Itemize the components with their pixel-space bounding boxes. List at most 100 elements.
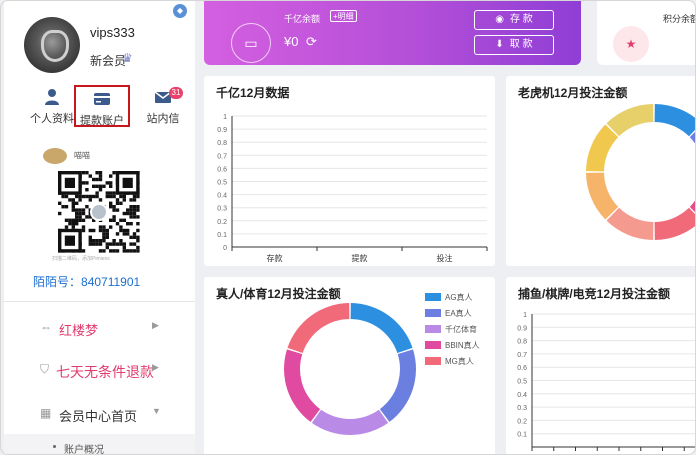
legend-item[interactable]: 千亿体育 [425,323,489,339]
points-label: 积分余额 [663,14,696,24]
y-tick-label: 0.5 [217,180,227,187]
x-tick-label: 提款 [352,253,368,263]
quick-link-messages[interactable]: 31 站内信 [135,85,191,127]
legend-item[interactable]: BBIN真人 [425,339,489,355]
legend-swatch [425,341,441,349]
pie-slice [586,172,619,220]
qr-user-avatar [43,148,67,164]
card-icon [94,93,110,105]
y-tick-label: 0.9 [517,325,527,332]
subnav-label: 账户概况 [64,445,104,455]
pie-slice [586,124,619,172]
member-level: 新会员 [90,54,127,68]
legend-label: BBIN真人 [445,341,480,350]
panel-live-sports: 真人/体育12月投注金额 AG真人 EA真人 千亿体育 BBIN真人 MG真人 [204,277,495,454]
chevron-down-icon: ▼ [152,406,161,416]
detail-button[interactable]: +明细 [330,10,357,22]
piggy-bank-icon: ◉ [495,14,504,25]
x-tick-label: 投注 [437,253,453,263]
legend-label: MG真人 [445,357,474,366]
legend-label: AG真人 [445,293,473,302]
pie-slice [379,349,416,422]
y-tick-label: 0.1 [517,432,527,439]
slots-donut-chart [586,104,695,240]
grid-icon: ▦ [40,406,52,420]
unread-count-badge: 31 [169,87,183,99]
y-tick-label: 1 [223,114,227,121]
wallet-icon: ▭ [231,23,271,63]
legend-item[interactable]: MG真人 [425,355,489,371]
qr-user-name: 喵喵 [74,151,90,160]
menu-item-refund[interactable]: ⛉ 七天无条件退款 ▶ [4,351,195,389]
app-frame: vips333 新会员 ♛ ◆ 个人资料 提款账户 31 站内信 喵喵 扫描二维… [0,0,696,455]
menu-item-label: 会员中心首页 [59,409,138,424]
y-tick-label: 0.7 [217,153,227,160]
menu-item-hongloumeng[interactable]: ⇔ 红楼梦 ▶ [4,309,195,347]
panel-fishing-chess-esports: 捕鱼/棋牌/电竞12月投注金额 1 0.9 0.8 0.7 0.6 0.5 0.4 0.3 0.… [506,277,695,454]
quick-link-profile[interactable]: 个人资料 [24,85,80,127]
link-icon: ⇔ [40,320,52,334]
pie-slice [606,104,654,137]
menu-item-label: 七天无条件退款 [56,364,154,380]
refresh-icon[interactable]: ⟳ [306,34,317,50]
chevron-right-icon: ▶ [152,362,159,372]
y-tick-label: 0.4 [217,193,227,200]
legend-item[interactable]: AG真人 [425,291,489,307]
legend-item[interactable]: EA真人 [425,307,489,323]
balance-card: ▭ 千亿余额 +明细 ¥0 ⟳ ◉ 存 款 ⬇ 取 款 [204,1,581,65]
momo-id-value: 840711901 [81,275,141,289]
username: vips333 [90,25,135,40]
momo-id-line: 陌陌号：840711901 [33,273,140,290]
profile-card: vips333 新会员 ♛ ◆ [4,1,195,79]
quick-link-label: 个人资料 [30,113,74,125]
panel-slots: 老虎机12月投注金额 [506,76,695,266]
quick-link-label: 提款账户 [80,115,124,127]
y-tick-label: 0.9 [217,127,227,134]
subnav-account-overview[interactable]: 账户概况 [4,434,195,455]
legend-swatch [425,309,441,317]
balance-amount: ¥0 [284,34,299,49]
withdraw-icon: ⬇ [495,39,504,50]
legend-label: 千亿体育 [445,325,477,334]
y-tick-label: 1 [523,312,527,319]
qr-code-image [58,171,140,253]
pie-slice [654,207,695,240]
quick-link-withdraw-account[interactable]: 提款账户 [74,85,130,127]
fishing-chess-esports-chart: 1 0.9 0.8 0.7 0.6 0.5 0.4 0.3 0.2 0.1 [517,312,695,451]
avatar[interactable] [24,17,80,73]
monthly-data-chart: 1 0.9 0.8 0.7 0.6 0.5 0.4 0.3 0.2 0.1 0 存款 提款 投注 [217,114,488,263]
panel-monthly-data: 千亿12月数据 1 0.9 0.8 0.7 0.6 0.5 0.4 0.3 0.2 0.1 0 存款提… [204,76,495,266]
crown-icon: ♛ [122,51,133,65]
legend-label: EA真人 [445,309,472,318]
y-tick-label: 0.1 [217,232,227,239]
deposit-label: 存 款 [509,14,533,25]
y-tick-label: 0.3 [517,405,527,412]
pie-slice [606,207,654,240]
chart-legend: AG真人 EA真人 千亿体育 BBIN真人 MG真人 [425,291,489,371]
balance-title: 千亿余额 [284,14,321,24]
y-tick-label: 0.5 [517,379,527,386]
pie-slice [654,104,695,137]
quick-link-label: 站内信 [146,113,180,125]
person-icon [45,89,59,105]
chevron-right-icon: ▶ [152,320,159,330]
qr-caption: 扫描二维码，添加Pimiens [52,256,110,262]
y-tick-label: 0.2 [217,219,227,226]
momo-id-label: 陌陌号： [33,275,82,289]
y-tick-label: 0.6 [517,365,527,372]
legend-swatch [425,325,441,333]
qr-card: 喵喵 扫描二维码，添加Pimiens [38,143,166,267]
pie-slice [287,303,350,353]
sidebar: vips333 新会员 ♛ ◆ 个人资料 提款账户 31 站内信 喵喵 扫描二维… [4,1,195,455]
y-tick-label: 0.3 [217,206,227,213]
pie-slice [284,349,321,422]
withdraw-button[interactable]: ⬇ 取 款 [474,35,554,55]
y-tick-label: 0.6 [217,166,227,173]
menu-item-member-home[interactable]: ▦ 会员中心首页 ▼ [4,395,195,433]
shield-icon: ⛉ [40,362,50,376]
bullet-icon [53,445,56,448]
divider [4,301,195,302]
y-tick-label: 0.7 [517,352,527,359]
deposit-button[interactable]: ◉ 存 款 [474,10,554,30]
pie-slice [350,303,413,353]
